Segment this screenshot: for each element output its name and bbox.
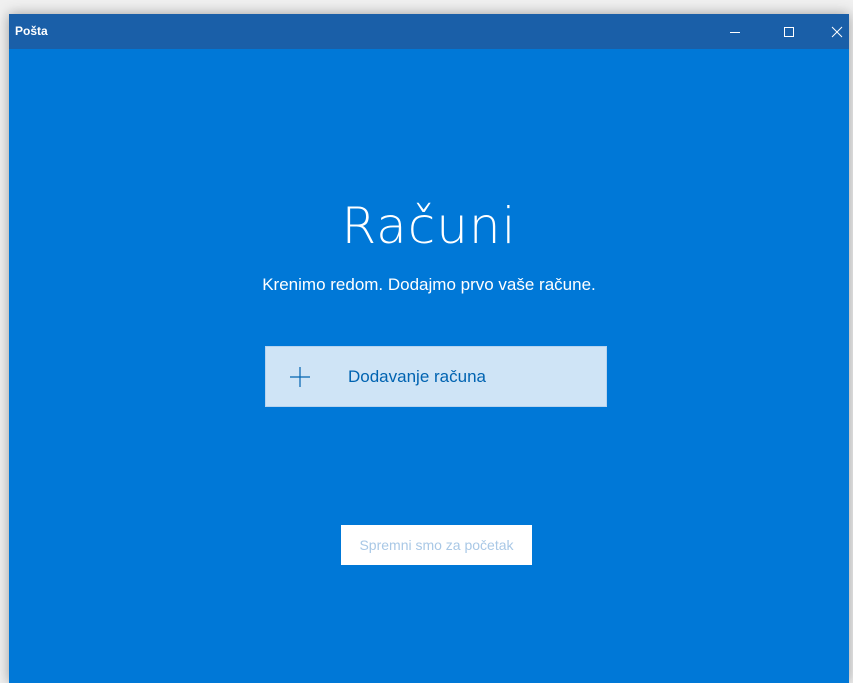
maximize-button[interactable] xyxy=(766,14,812,49)
welcome-content: Računi Krenimo redom. Dodajmo prvo vaše … xyxy=(9,49,849,683)
welcome-subtitle: Krenimo redom. Dodajmo prvo vaše račune. xyxy=(262,275,596,294)
maximize-icon xyxy=(784,26,794,37)
add-account-label: Dodavanje računa xyxy=(348,367,486,386)
plus-icon xyxy=(290,367,310,387)
minimize-button[interactable] xyxy=(712,14,758,49)
close-icon xyxy=(831,26,843,37)
app-title: Pošta xyxy=(15,24,48,38)
close-button[interactable] xyxy=(814,14,853,49)
minimize-icon xyxy=(730,31,740,33)
ready-to-go-button[interactable]: Spremni smo za početak xyxy=(341,525,532,565)
page-title: Računi xyxy=(341,197,517,255)
title-bar[interactable]: Pošta xyxy=(9,14,849,49)
add-account-button[interactable]: Dodavanje računa xyxy=(265,346,607,407)
mail-window: Pošta Računi Krenimo redom. Dodajmo prvo… xyxy=(9,14,849,683)
